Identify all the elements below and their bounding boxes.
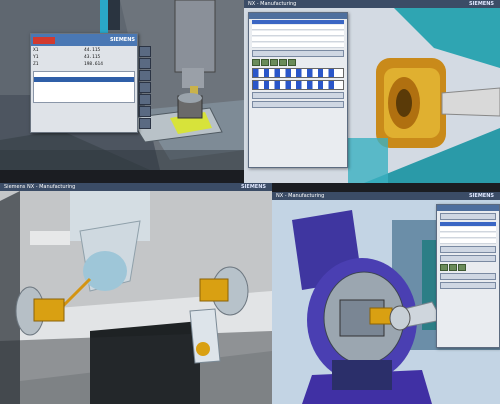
step-forward-button[interactable] [279, 59, 287, 66]
tool-path-row[interactable] [440, 233, 496, 238]
mill-turn-scene [0, 191, 272, 404]
operation-row[interactable] [252, 31, 344, 36]
simulation-control-dialog[interactable] [248, 12, 348, 168]
operation-row[interactable] [252, 25, 344, 30]
playback-controls [252, 59, 344, 66]
softkey-button[interactable] [139, 82, 151, 93]
softkey-button[interactable] [139, 94, 151, 105]
program-list[interactable] [33, 71, 135, 103]
window-titlebar: NX - Manufacturing SIEMENS [272, 192, 500, 200]
rewind-button[interactable] [252, 59, 260, 66]
verify-dialog[interactable] [436, 204, 500, 348]
hmi-brand: SIEMENS [109, 37, 135, 43]
options-group [440, 273, 496, 280]
timeline-bar[interactable] [252, 68, 344, 78]
dialog-title-bar [249, 13, 347, 19]
softkey-button[interactable] [139, 70, 151, 81]
sinumerik-hmi-window[interactable]: SIEMENS X1 44.115 Y1 43.115 Z1 198.614 [30, 33, 151, 133]
window-titlebar: NX - Manufacturing SIEMENS [244, 0, 500, 8]
softkey-button[interactable] [139, 58, 151, 69]
tool-path-row[interactable] [440, 227, 496, 232]
stop-button[interactable] [458, 264, 466, 271]
axis-row: Z1 198.614 [33, 61, 135, 68]
window-title: NX - Manufacturing [248, 1, 297, 7]
softkey-button[interactable] [139, 46, 151, 57]
tool-path-row[interactable] [440, 239, 496, 244]
axis-name: X1 [33, 48, 39, 53]
window-title: Siemens NX - Manufacturing [4, 184, 76, 190]
axis-name: Z1 [33, 62, 39, 67]
dropdown-field[interactable] [440, 213, 496, 220]
operation-row[interactable] [252, 37, 344, 42]
operation-row[interactable] [252, 43, 344, 48]
softkey-button[interactable] [139, 118, 151, 129]
options-group [252, 92, 344, 99]
step-back-button[interactable] [261, 59, 269, 66]
axis-row: Y1 43.115 [33, 54, 135, 61]
axis-name: Y1 [33, 55, 39, 60]
window-brand: SIEMENS [240, 184, 266, 190]
screenshot-collage: SIEMENS X1 44.115 Y1 43.115 Z1 198.614 N… [0, 0, 500, 404]
axis-row: X1 44.115 [33, 47, 135, 54]
alarm-indicator [33, 36, 55, 44]
program-line[interactable] [34, 92, 134, 97]
fast-forward-button[interactable] [288, 59, 296, 66]
softkey-button[interactable] [139, 106, 151, 117]
five-axis-view: NX - Manufacturing SIEMENS [272, 192, 500, 404]
axis-value: 43.115 [84, 55, 101, 60]
timeline-bar[interactable] [252, 80, 344, 90]
axis-value: 198.614 [84, 62, 103, 67]
options-group [440, 282, 496, 289]
window-titlebar: Siemens NX - Manufacturing SIEMENS [0, 183, 272, 191]
playback-controls [440, 264, 496, 271]
options-group [252, 101, 344, 108]
axis-value: 44.115 [84, 48, 101, 53]
speed-slider[interactable] [252, 50, 344, 57]
operation-row-selected[interactable] [252, 20, 344, 24]
window-brand: SIEMENS [468, 1, 494, 7]
options-group [440, 246, 496, 253]
machine-view-hmi: SIEMENS X1 44.115 Y1 43.115 Z1 198.614 [0, 0, 244, 170]
hmi-header: SIEMENS [31, 34, 137, 46]
axis-position-table: X1 44.115 Y1 43.115 Z1 198.614 [31, 46, 137, 69]
tool-path-row-selected[interactable] [440, 222, 496, 226]
play-button[interactable] [440, 264, 448, 271]
window-title: NX - Manufacturing [276, 193, 325, 199]
play-button[interactable] [270, 59, 278, 66]
dialog-title-bar [437, 205, 499, 211]
speed-slider[interactable] [440, 255, 496, 262]
step-forward-button[interactable] [449, 264, 457, 271]
window-brand: SIEMENS [468, 193, 494, 199]
mill-turn-view: Siemens NX - Manufacturing SIEMENS [0, 183, 272, 404]
nx-simulation-view: NX - Manufacturing SIEMENS [244, 0, 500, 183]
softkey-column [139, 46, 151, 130]
